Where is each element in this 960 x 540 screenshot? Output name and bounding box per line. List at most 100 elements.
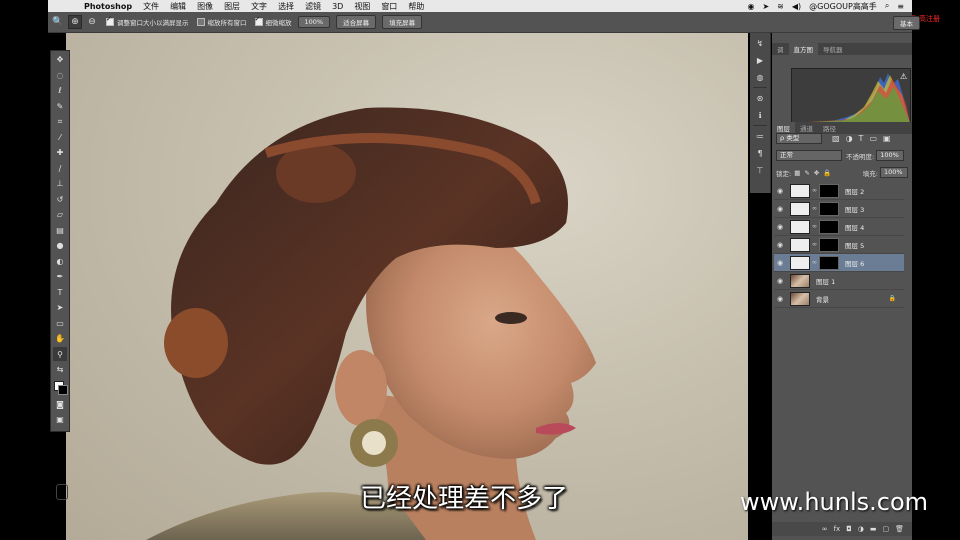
lock-all-icon[interactable]: 🔒 bbox=[823, 169, 831, 177]
list-icon[interactable]: ≡ bbox=[897, 2, 904, 11]
menu-view[interactable]: 视图 bbox=[354, 1, 370, 12]
eraser-tool-icon[interactable]: ▱ bbox=[53, 208, 67, 222]
blur-tool-icon[interactable]: ● bbox=[53, 239, 67, 253]
gradient-tool-icon[interactable]: ▤ bbox=[53, 223, 67, 237]
stamp-tool-icon[interactable]: ⊥ bbox=[53, 177, 67, 191]
lock-pixels-icon[interactable]: ✎ bbox=[804, 169, 809, 177]
visibility-eye-icon[interactable]: ◉ bbox=[774, 205, 786, 213]
shape-tool-icon[interactable]: ▭ bbox=[53, 316, 67, 330]
crop-tool-icon[interactable]: ⌗ bbox=[53, 115, 67, 129]
link-chain-icon[interactable]: ∞ bbox=[812, 259, 817, 266]
layer-row[interactable]: ◉ 背景 🔒 bbox=[774, 290, 904, 308]
color-swatches[interactable] bbox=[53, 380, 68, 396]
wifi-icon[interactable]: ≋ bbox=[777, 2, 784, 11]
layer-mask-thumbnail[interactable] bbox=[819, 183, 839, 198]
layer-style-icon[interactable]: fx bbox=[834, 525, 841, 533]
brush-tool-icon[interactable]: ∕ bbox=[53, 161, 67, 175]
link-chain-icon[interactable]: ∞ bbox=[812, 223, 817, 230]
opacity-input[interactable]: 100% bbox=[876, 150, 905, 161]
visibility-eye-icon[interactable]: ◉ bbox=[774, 259, 786, 267]
pen-tool-icon[interactable]: ✒ bbox=[53, 270, 67, 284]
brush-settings-icon[interactable]: ≔ bbox=[753, 129, 767, 143]
menu-app[interactable]: Photoshop bbox=[84, 2, 132, 11]
healing-tool-icon[interactable]: ✚ bbox=[53, 146, 67, 160]
tab-histogram[interactable]: 直方图 bbox=[788, 43, 818, 55]
visibility-eye-icon[interactable]: ◉ bbox=[774, 295, 786, 303]
visibility-eye-icon[interactable]: ◉ bbox=[774, 187, 786, 195]
zoom-100-button[interactable]: 100% bbox=[297, 16, 331, 28]
new-group-icon[interactable]: ▬ bbox=[870, 525, 877, 533]
layer-mask-thumbnail[interactable] bbox=[819, 201, 839, 216]
paragraph-icon[interactable]: ¶ bbox=[753, 146, 767, 160]
quick-mask-icon[interactable]: ◙ bbox=[53, 397, 67, 411]
visibility-eye-icon[interactable]: ◉ bbox=[774, 223, 786, 231]
link-layers-icon[interactable]: ∞ bbox=[822, 525, 828, 533]
fill-input[interactable]: 100% bbox=[880, 167, 908, 178]
menu-select[interactable]: 选择 bbox=[278, 1, 294, 12]
layer-row[interactable]: ◉ ∞ 图层 5 bbox=[774, 236, 904, 254]
search-icon[interactable]: ⌕ bbox=[885, 1, 889, 11]
filter-shape-icon[interactable]: ▭ bbox=[869, 134, 877, 143]
menu-filter[interactable]: 滤镜 bbox=[305, 1, 321, 12]
layer-kind-select[interactable]: ρ 类型 bbox=[776, 133, 822, 144]
layer-mask-thumbnail[interactable] bbox=[819, 237, 839, 252]
workspace-button[interactable]: 基本 bbox=[893, 16, 920, 30]
new-adjustment-icon[interactable]: ◑ bbox=[858, 525, 864, 533]
layer-mask-thumbnail[interactable] bbox=[819, 255, 839, 270]
history-icon[interactable]: ↯ bbox=[753, 36, 767, 50]
move-tool-icon[interactable]: ✥ bbox=[53, 53, 67, 67]
link-chain-icon[interactable]: ∞ bbox=[812, 241, 817, 248]
resize-windows-checkbox[interactable] bbox=[106, 15, 114, 26]
document-canvas[interactable] bbox=[66, 33, 748, 540]
filter-adjust-icon[interactable]: ◑ bbox=[846, 134, 853, 143]
background-color[interactable] bbox=[58, 384, 68, 395]
color-icon[interactable]: ◍ bbox=[753, 70, 767, 84]
layer-row[interactable]: ◉ 图层 1 bbox=[774, 272, 904, 290]
eyedropper-tool-icon[interactable]: ⁄ bbox=[53, 130, 67, 144]
new-layer-icon[interactable]: ▢ bbox=[882, 525, 889, 533]
menu-file[interactable]: 文件 bbox=[143, 1, 159, 12]
layer-row-selected[interactable]: ◉ ∞ 图层 6 bbox=[774, 254, 904, 272]
menu-image[interactable]: 图像 bbox=[197, 1, 213, 12]
filter-pixel-icon[interactable]: ▧ bbox=[832, 134, 840, 143]
adjust-icon[interactable]: ⊛ bbox=[753, 91, 767, 105]
tool-presets-icon[interactable]: ⊤ bbox=[753, 163, 767, 177]
link-chain-icon[interactable]: ∞ bbox=[812, 205, 817, 212]
lasso-tool-icon[interactable]: ℓ bbox=[53, 84, 67, 98]
user-name[interactable]: @GOGOUP高高手 bbox=[809, 1, 877, 12]
filter-smart-icon[interactable]: ▣ bbox=[883, 134, 891, 143]
layer-mask-thumbnail[interactable] bbox=[819, 219, 839, 234]
visibility-eye-icon[interactable]: ◉ bbox=[774, 241, 786, 249]
path-select-icon[interactable]: ➤ bbox=[53, 301, 67, 315]
add-mask-icon[interactable]: ◘ bbox=[846, 525, 852, 533]
volume-icon[interactable]: ◀) bbox=[792, 2, 801, 11]
screen-mode-icon[interactable]: ▣ bbox=[53, 413, 67, 427]
lock-transparent-icon[interactable]: ▦ bbox=[794, 169, 800, 177]
actions-play-icon[interactable]: ▶ bbox=[753, 53, 767, 67]
delete-layer-icon[interactable]: 🗑 bbox=[895, 525, 904, 533]
blend-mode-select[interactable]: 正常 bbox=[776, 150, 842, 161]
fit-screen-button[interactable]: 适合屏幕 bbox=[336, 15, 377, 29]
type-tool-icon[interactable]: T bbox=[53, 285, 67, 299]
tab-adjust[interactable]: 调 bbox=[772, 43, 789, 55]
zoom-tool-icon[interactable]: 🔍 bbox=[52, 16, 64, 28]
layer-row[interactable]: ◉ ∞ 图层 4 bbox=[774, 218, 904, 236]
link-chain-icon[interactable]: ∞ bbox=[812, 187, 817, 194]
history-brush-icon[interactable]: ↺ bbox=[53, 192, 67, 206]
swap-colors-icon[interactable]: ⇆ bbox=[53, 363, 67, 377]
quick-select-tool-icon[interactable]: ✎ bbox=[53, 99, 67, 113]
hand-tool-icon[interactable]: ✋ bbox=[53, 332, 67, 346]
zoom-all-checkbox[interactable] bbox=[196, 18, 205, 26]
menu-type[interactable]: 文字 bbox=[251, 1, 267, 12]
filter-type-icon[interactable]: T bbox=[859, 134, 864, 143]
scrubby-zoom-checkbox[interactable] bbox=[254, 15, 263, 26]
menu-help[interactable]: 帮助 bbox=[408, 1, 424, 12]
info-icon[interactable]: ℹ bbox=[753, 108, 767, 122]
zoom-tool-icon-left[interactable]: ⚲ bbox=[53, 347, 67, 361]
dodge-tool-icon[interactable]: ◐ bbox=[53, 254, 67, 268]
layer-row[interactable]: ◉ ∞ 图层 3 bbox=[774, 200, 904, 218]
tab-navigator[interactable]: 导航器 bbox=[818, 43, 848, 55]
fill-screen-button[interactable]: 填充屏幕 bbox=[382, 15, 423, 29]
marquee-tool-icon[interactable]: ◌ bbox=[53, 68, 67, 82]
menu-layer[interactable]: 图层 bbox=[224, 1, 240, 12]
